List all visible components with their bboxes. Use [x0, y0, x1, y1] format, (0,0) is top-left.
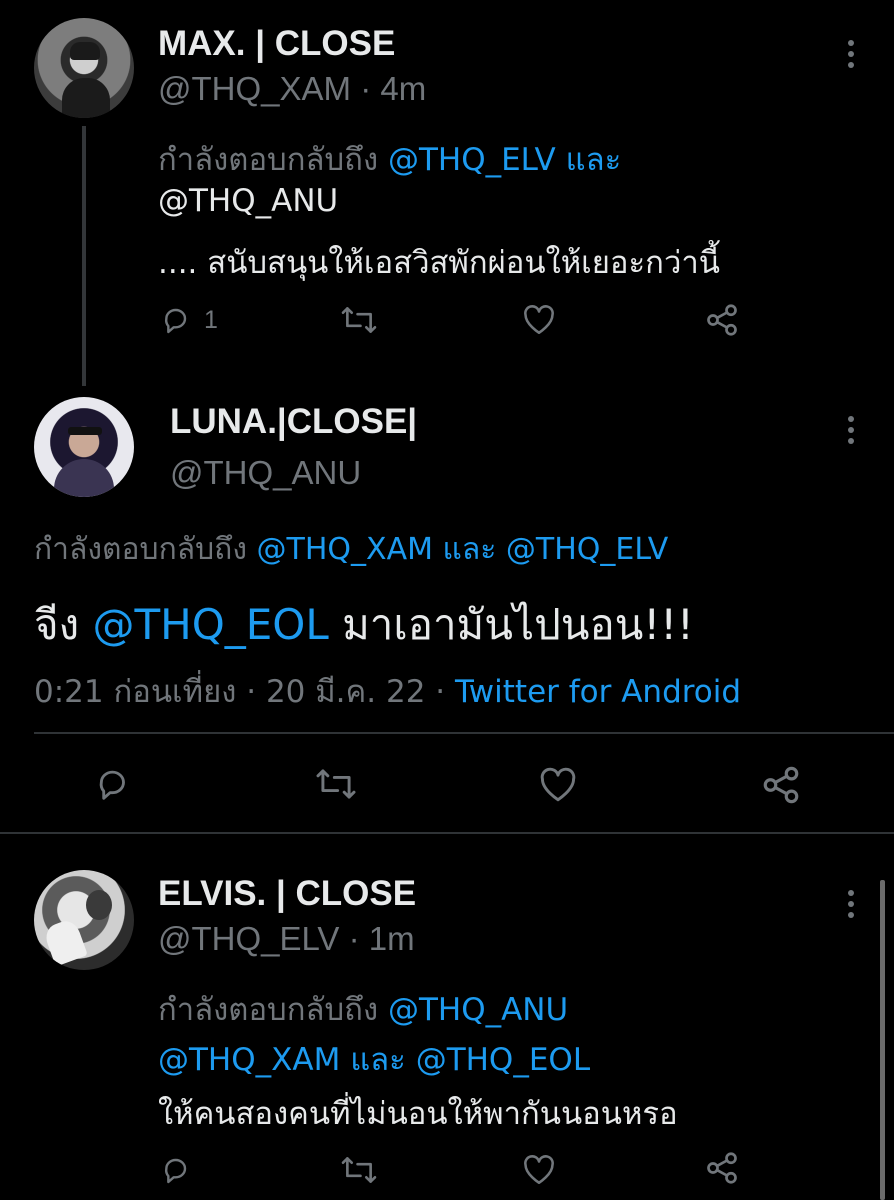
reply-button[interactable]	[94, 765, 134, 803]
like-button[interactable]	[522, 304, 556, 336]
retweet-button[interactable]	[340, 1154, 378, 1186]
tweet-text-suffix: มาเอามันไปนอน!!!	[328, 600, 694, 649]
divider	[0, 832, 894, 834]
share-icon	[704, 1150, 740, 1186]
timestamp: · 4m	[351, 70, 427, 107]
reply-icon	[160, 304, 194, 336]
mention-link[interactable]: @THQ_XAM	[257, 532, 433, 567]
reply-button[interactable]	[160, 1154, 194, 1186]
reply-icon	[94, 765, 134, 803]
tweet-text: ให้คนสองคนที่ไม่นอนให้พากันนอนหรอ	[158, 1096, 678, 1132]
reply-count: 1	[204, 305, 218, 334]
thread-line	[82, 126, 86, 386]
scrollbar[interactable]	[880, 880, 885, 1200]
retweet-icon	[314, 766, 358, 802]
like-button[interactable]	[538, 767, 578, 803]
share-button[interactable]	[704, 1150, 740, 1186]
more-icon[interactable]	[848, 416, 856, 444]
share-icon	[704, 302, 740, 338]
mention-link[interactable]: @THQ_XAM	[158, 1042, 340, 1078]
reply-and: และ	[555, 142, 622, 178]
reply-context-label: กำลังตอบกลับถึง	[158, 992, 388, 1028]
handle[interactable]: @THQ_ELV	[158, 920, 339, 957]
tweet-meta: 0:21 ก่อนเที่ยง · 20 มี.ค. 22 · Twitter …	[34, 666, 741, 716]
avatar[interactable]	[34, 18, 134, 118]
share-button[interactable]	[704, 302, 740, 338]
reply-context: กำลังตอบกลับถึง @THQ_ELV และ	[158, 134, 621, 184]
reply-context-line2: @THQ_XAM และ @THQ_EOL	[158, 1034, 590, 1084]
retweet-button[interactable]	[340, 304, 378, 336]
display-name[interactable]: ELVIS. | CLOSE	[158, 874, 416, 914]
handle[interactable]: @THQ_XAM	[158, 70, 351, 107]
reply-context: กำลังตอบกลับถึง @THQ_ANU	[158, 984, 568, 1034]
like-icon	[522, 1154, 556, 1186]
tweet-source[interactable]: Twitter for Android	[455, 674, 741, 710]
reply-context-label: กำลังตอบกลับถึง	[34, 532, 257, 567]
handle-time[interactable]: @THQ_XAM · 4m	[158, 70, 426, 108]
mention-link[interactable]: @THQ_ELV	[506, 532, 668, 567]
like-icon	[522, 304, 556, 336]
avatar[interactable]	[34, 870, 134, 970]
retweet-button[interactable]	[314, 766, 358, 802]
tweet-text: .... สนับสนุนให้เอสวิสพักผ่อนให้เยอะกว่า…	[158, 245, 720, 281]
share-button[interactable]	[760, 764, 802, 806]
like-button[interactable]	[522, 1154, 556, 1186]
divider	[34, 732, 894, 734]
handle-time[interactable]: @THQ_ELV · 1m	[158, 920, 415, 958]
tweet-timestamp[interactable]: 0:21 ก่อนเที่ยง · 20 มี.ค. 22 ·	[34, 674, 455, 710]
share-icon	[760, 764, 802, 806]
reply-and: และ	[340, 1042, 416, 1078]
retweet-icon	[340, 1154, 378, 1186]
mention-link[interactable]: @THQ_ANU	[158, 183, 338, 219]
reply-context-label: กำลังตอบกลับถึง	[158, 142, 388, 178]
more-icon[interactable]	[848, 40, 856, 68]
reply-and: และ	[433, 532, 506, 567]
handle[interactable]: @THQ_ANU	[170, 454, 361, 492]
reply-button[interactable]: 1	[160, 304, 218, 336]
mention-link[interactable]: @THQ_ANU	[388, 992, 568, 1028]
mention-link[interactable]: @THQ_EOL	[92, 600, 328, 649]
avatar[interactable]	[34, 397, 134, 497]
reply-context: กำลังตอบกลับถึง @THQ_XAM และ @THQ_ELV	[34, 526, 668, 573]
timestamp: · 1m	[339, 920, 415, 957]
display-name[interactable]: MAX. | CLOSE	[158, 24, 395, 64]
retweet-icon	[340, 304, 378, 336]
tweet-text-prefix: จีง	[34, 600, 93, 649]
reply-icon	[160, 1154, 194, 1186]
more-icon[interactable]	[848, 890, 856, 918]
mention-link[interactable]: @THQ_EOL	[416, 1042, 590, 1078]
tweet-text: จีง @THQ_EOL มาเอามันไปนอน!!!	[34, 592, 694, 658]
display-name[interactable]: LUNA.|CLOSE|	[170, 402, 417, 442]
like-icon	[538, 767, 578, 803]
mention-link[interactable]: @THQ_ELV	[388, 142, 556, 178]
